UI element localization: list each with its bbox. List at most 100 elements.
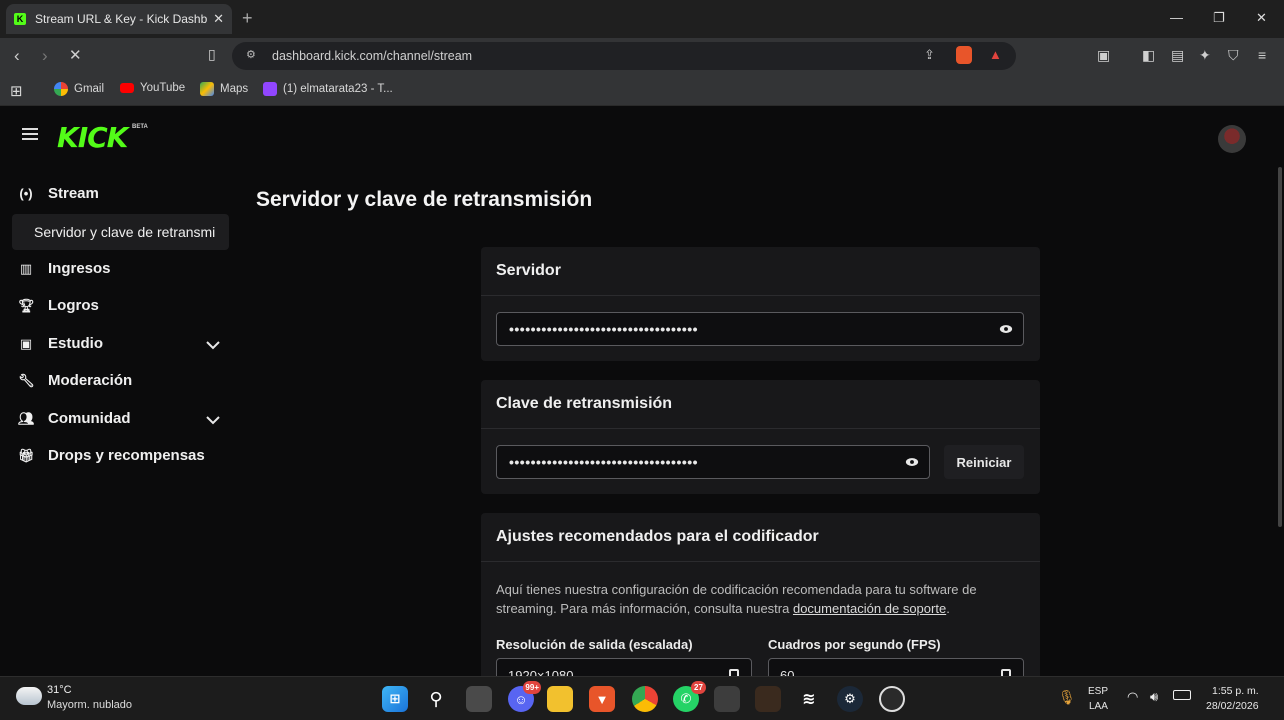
resolution-field[interactable]: 1920×1080 [496,658,752,676]
whatsapp-icon[interactable]: ✆ 27 [673,681,706,712]
resolution-label: Resolución de salida (escalada) [496,637,693,652]
app-monitor-icon[interactable] [714,686,740,712]
stream-key-masked-value: ••••••••••••••••••••••••••••••••••• [509,454,699,470]
weather-desc[interactable]: Mayorm. nublado [47,699,132,711]
kick-logo[interactable]: KICK [57,121,128,154]
sidebar-item-logros[interactable]: 🏆︎ Logros [18,297,99,314]
stream-key-card: Clave de retransmisión •••••••••••••••••… [481,380,1040,494]
steam-icon[interactable]: ⚙ [837,686,863,712]
browser-tab-bar: K Stream URL & Key - Kick Dashbo ✕ + — ❐… [0,0,1284,38]
game-icon[interactable] [755,686,781,712]
beta-badge: BETA [132,124,148,130]
fps-field[interactable]: 60 [768,658,1024,676]
tab-search-icon[interactable]: ▣ [1097,47,1110,64]
battery-icon[interactable] [1173,690,1191,700]
apps-grid-icon[interactable]: ⊞ [10,82,23,100]
page-scrollbar[interactable] [1278,167,1282,527]
address-bar[interactable]: ⚙ dashboard.kick.com/channel/stream ⇪ ▲ [232,42,1016,70]
sidebar-item-stream-key-label[interactable]: Servidor y clave de retransmi [34,224,215,240]
brave-browser-icon[interactable]: ▼ [589,686,615,712]
share-icon[interactable]: ⇪ [924,47,935,63]
maps-icon [200,82,214,96]
bookmark-maps[interactable]: Maps [200,82,248,96]
wifi-icon[interactable]: ◠ [1127,689,1138,705]
forward-icon[interactable]: › [42,46,48,66]
kick-dashboard-page: KICK BETA (•) Stream Servidor y clave de… [0,107,1284,676]
reset-key-button[interactable]: Reiniciar [944,445,1024,479]
copy-icon[interactable] [1001,669,1011,676]
server-heading: Servidor [481,247,1040,296]
sidebar-item-estudio[interactable]: ▣ Estudio [18,335,103,352]
brave-rewards-icon[interactable]: ▲ [989,47,1002,62]
sidebar-item-ingresos[interactable]: ▥ Ingresos [18,260,111,277]
copy-icon[interactable] [729,669,739,676]
browser-tab[interactable]: K Stream URL & Key - Kick Dashbo ✕ [6,4,232,34]
discord-badge: 99+ [523,681,541,694]
menu-icon[interactable]: ≡ [1258,47,1266,63]
hamburger-menu-icon[interactable] [22,128,38,140]
minimize-icon[interactable]: — [1170,10,1183,25]
bookmark-page-icon[interactable]: ▯ [208,46,216,63]
broadcast-icon: (•) [19,186,33,201]
wallet-icon[interactable]: ▤ [1171,47,1184,64]
url-text[interactable]: dashboard.kick.com/channel/stream [272,49,472,63]
bookmark-gmail[interactable]: Gmail [54,82,104,96]
leo-ai-icon[interactable]: ✦ [1199,47,1211,64]
eye-icon[interactable] [905,455,919,469]
obs-icon[interactable] [879,686,905,712]
weather-temp[interactable]: 31°C [47,684,72,696]
sidebar-toggle-icon[interactable]: ◧ [1142,47,1155,64]
fps-label: Cuadros por segundo (FPS) [768,637,941,652]
stream-key-field[interactable]: ••••••••••••••••••••••••••••••••••• [496,445,930,479]
maximize-icon[interactable]: ❐ [1213,10,1225,26]
encoder-heading: Ajustes recomendados para el codificador [481,513,1040,562]
start-windows-icon[interactable]: ⊞ [382,686,408,712]
vpn-icon[interactable]: ⛉ [1228,47,1239,64]
task-view-icon[interactable] [466,686,492,712]
whatsapp-badge: 27 [691,681,706,694]
new-tab-icon[interactable]: + [242,8,253,29]
sidebar-item-stream[interactable]: (•) Stream [18,185,98,202]
browser-toolbar: ‹ › ✕ ▯ ⚙ dashboard.kick.com/channel/str… [0,38,1284,74]
people-icon: 👥︎ [18,410,35,426]
weather-cloud-icon[interactable] [16,687,42,705]
file-explorer-icon[interactable] [547,686,573,712]
sidebar-item-moderacion[interactable]: 🔧︎ Moderación [18,372,132,389]
tab-title: Stream URL & Key - Kick Dashbo [35,12,208,26]
windows-taskbar: 31°C Mayorm. nublado ⊞ ⚲ ☺ 99+ ▼ ✆ 27 ≋ ⚙ … [0,676,1284,720]
chevron-down-icon[interactable] [205,414,221,426]
page-title: Servidor y clave de retransmisión [256,188,593,211]
discord-icon[interactable]: ☺ 99+ [508,681,541,712]
server-url-field[interactable]: ••••••••••••••••••••••••••••••••••• [496,312,1024,346]
window-close-icon[interactable]: ✕ [1256,10,1267,26]
user-avatar[interactable] [1218,125,1246,153]
language-bottom[interactable]: LAA [1089,701,1108,712]
site-settings-icon[interactable]: ⚙ [246,48,256,61]
close-tab-icon[interactable]: ✕ [213,11,224,27]
back-icon[interactable]: ‹ [14,46,20,66]
brave-shields-icon[interactable] [956,46,972,64]
server-card: Servidor •••••••••••••••••••••••••••••••… [481,247,1040,361]
clock-time[interactable]: 1:55 p. m. [1212,685,1259,697]
search-icon[interactable]: ⚲ [423,686,449,712]
trophy-icon: 🏆︎ [18,297,35,313]
sidebar-item-drops[interactable]: 🎁︎ Drops y recompensas [18,447,205,464]
layers-app-icon[interactable]: ≋ [796,686,822,712]
chart-icon: ▥ [19,260,33,276]
bookmark-youtube[interactable]: YouTube [120,82,185,94]
youtube-icon [120,83,134,93]
eye-icon[interactable] [999,322,1013,336]
microphone-icon[interactable]: 🎙︎ [1058,689,1076,706]
bookmark-twitch[interactable]: (1) elmatarata23 - T... [263,82,393,96]
sidebar-item-comunidad[interactable]: 👥︎ Comunidad [18,410,131,427]
encoder-settings-card: Ajustes recomendados para el codificador… [481,513,1040,676]
google-icon [54,82,68,96]
chrome-icon[interactable] [632,686,658,712]
language-top[interactable]: ESP [1088,686,1108,697]
clock-date[interactable]: 28/02/2026 [1206,700,1259,712]
support-docs-link[interactable]: documentación de soporte [793,601,946,616]
chevron-down-icon[interactable] [205,339,221,351]
volume-icon[interactable]: 🔊︎ [1150,689,1158,705]
encoder-description: Aquí tienes nuestra configuración de cod… [496,582,977,616]
stop-loading-icon[interactable]: ✕ [69,46,82,64]
